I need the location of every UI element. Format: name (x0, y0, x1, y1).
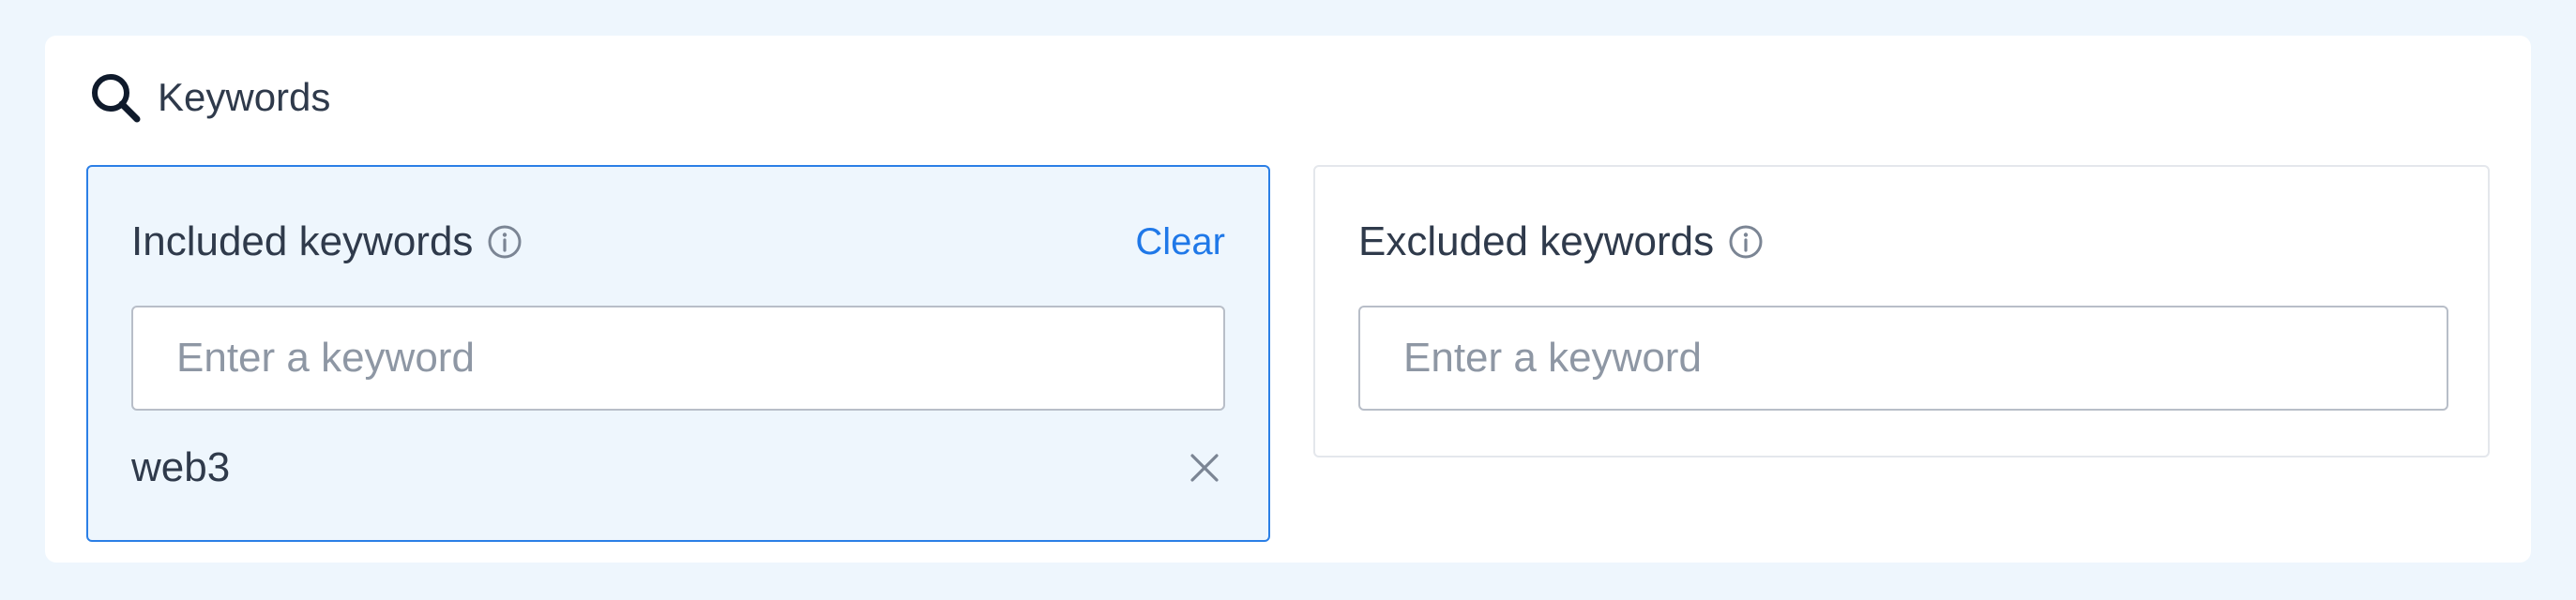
list-item: web3 (131, 435, 1225, 501)
page-background: Keywords Included keywords Clear web3 (0, 0, 2576, 600)
section-title: Keywords (158, 75, 331, 119)
search-icon (86, 68, 144, 127)
info-icon[interactable] (1727, 223, 1765, 261)
keyword-tag-text: web3 (131, 444, 231, 490)
excluded-keywords-title: Excluded keywords (1358, 218, 1715, 264)
close-icon[interactable] (1186, 449, 1223, 487)
included-keywords-header: Included keywords Clear (131, 214, 1225, 270)
excluded-keyword-input[interactable] (1358, 306, 2448, 411)
clear-button[interactable]: Clear (1135, 221, 1225, 263)
included-keywords-title: Included keywords (131, 218, 474, 264)
info-icon[interactable] (486, 223, 523, 261)
excluded-keywords-header: Excluded keywords (1358, 214, 2445, 270)
keywords-section-header: Keywords (86, 60, 330, 135)
keywords-card: Keywords Included keywords Clear web3 (45, 36, 2531, 562)
included-keyword-input[interactable] (131, 306, 1225, 411)
excluded-keywords-panel: Excluded keywords (1313, 165, 2490, 458)
included-keywords-panel: Included keywords Clear web3 (86, 165, 1270, 542)
